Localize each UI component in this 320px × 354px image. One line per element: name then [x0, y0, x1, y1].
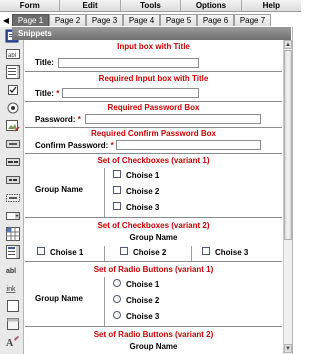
svg-text:abl: abl: [6, 268, 16, 275]
field-label: Title:: [35, 58, 54, 67]
option-label: Choise 3: [215, 248, 249, 257]
option-label: Choise 1: [126, 171, 160, 180]
section-title: Required Confirm Password Box: [91, 129, 216, 138]
radio-button[interactable]: [113, 279, 121, 287]
submit-button-icon[interactable]: [6, 155, 20, 169]
listbox-icon[interactable]: [6, 245, 20, 259]
menu-form[interactable]: Form: [0, 0, 61, 12]
tab-page-4[interactable]: Page 4: [123, 14, 160, 26]
text-field-icon[interactable]: abl: [6, 47, 20, 61]
section-title: Set of Radio Buttons (variant 2): [93, 330, 214, 339]
scroll-up-icon[interactable]: ▲: [284, 40, 292, 49]
divider: [104, 168, 105, 217]
select-list-icon[interactable]: [6, 209, 20, 223]
link-icon[interactable]: link: [6, 281, 20, 295]
menu-options[interactable]: Options: [181, 0, 242, 12]
style-icon[interactable]: A: [6, 335, 20, 349]
section-checkboxes-v2[interactable]: Set of Checkboxes (variant 2) Group Name…: [25, 218, 282, 262]
right-border: [292, 27, 301, 354]
menu-bar: Form Edit Tools Options Help: [0, 0, 301, 12]
checkbox[interactable]: [120, 247, 128, 255]
svg-text:link: link: [6, 286, 16, 293]
radio-button[interactable]: [113, 311, 121, 319]
hidden-field-icon[interactable]: [6, 191, 20, 205]
group-label: Group Name: [35, 185, 84, 194]
section-title: Set of Checkboxes (variant 1): [97, 156, 210, 165]
required-title-input[interactable]: [62, 88, 199, 98]
field-label: Password: *: [35, 115, 81, 124]
section-radios-v2[interactable]: Set of Radio Buttons (variant 2) Group N…: [25, 327, 282, 354]
divider: [104, 277, 105, 326]
menu-help[interactable]: Help: [242, 0, 301, 12]
tab-page-1[interactable]: Page 1: [12, 14, 49, 26]
checkbox[interactable]: [37, 247, 45, 255]
checkbox[interactable]: [113, 202, 121, 210]
section-title: Required Input box with Title: [98, 74, 209, 83]
checkbox[interactable]: [113, 186, 121, 194]
group-label: Group Name: [129, 233, 178, 242]
tab-page-5[interactable]: Page 5: [160, 14, 197, 26]
section-title: Set of Radio Buttons (variant 1): [93, 265, 214, 274]
snippets-header: Snippets: [12, 27, 291, 40]
section-title: Input box with Title: [117, 42, 190, 51]
vertical-scrollbar[interactable]: ▲ ▼: [283, 40, 292, 354]
frame-icon[interactable]: [6, 299, 20, 313]
tab-page-7[interactable]: Page 7: [234, 14, 271, 26]
form-canvas: Input box with Title Title: Required Inp…: [25, 40, 282, 354]
section-required-password[interactable]: Required Password Box Password: *: [25, 102, 282, 128]
radio-button[interactable]: [113, 295, 121, 303]
title-input[interactable]: [58, 58, 199, 68]
menu-edit[interactable]: Edit: [60, 0, 121, 12]
scroll-thumb[interactable]: [284, 50, 292, 240]
group-label: Group Name: [35, 294, 84, 303]
panel-title: Snippets: [18, 29, 52, 38]
tab-page-3[interactable]: Page 3: [86, 14, 123, 26]
grid-icon[interactable]: [6, 227, 20, 241]
option-label: Choise 1: [126, 280, 160, 289]
page-tabs: ◀ Page 1 Page 2 Page 3 Page 4 Page 5 Pag…: [0, 13, 301, 26]
section-radios-v1[interactable]: Set of Radio Buttons (variant 1) Group N…: [25, 262, 282, 327]
section-title: Set of Checkboxes (variant 2): [97, 221, 210, 230]
toolbox: abl abl link A: [0, 27, 24, 354]
checkbox-icon[interactable]: [6, 83, 20, 97]
svg-text:abl: abl: [8, 53, 16, 59]
svg-text:A: A: [6, 338, 14, 349]
tab-page-2[interactable]: Page 2: [49, 14, 86, 26]
textarea-icon[interactable]: [6, 65, 20, 79]
button-icon[interactable]: [6, 137, 20, 151]
field-label: Confirm Password: *: [35, 141, 114, 150]
option-label: Choise 2: [126, 187, 160, 196]
field-label: Title: *: [35, 89, 60, 98]
section-input-box[interactable]: Input box with Title Title:: [25, 40, 282, 72]
group-label: Group Name: [129, 342, 178, 351]
image-edit-icon[interactable]: [6, 119, 20, 133]
menu-tools[interactable]: Tools: [121, 0, 182, 12]
section-required-input[interactable]: Required Input box with Title Title: *: [25, 72, 282, 102]
frame-alt-icon[interactable]: [6, 317, 20, 331]
divider: [104, 246, 105, 261]
section-title: Required Password Box: [107, 103, 200, 112]
option-label: Choise 2: [133, 248, 167, 257]
divider: [191, 246, 192, 261]
option-label: Choise 3: [126, 312, 160, 321]
section-required-confirm-password[interactable]: Required Confirm Password Box Confirm Pa…: [25, 128, 282, 154]
checkbox[interactable]: [202, 247, 210, 255]
section-checkboxes-v1[interactable]: Set of Checkboxes (variant 1) Group Name…: [25, 154, 282, 218]
radio-icon[interactable]: [6, 101, 20, 115]
option-label: Choise 2: [126, 296, 160, 305]
checkbox[interactable]: [113, 170, 121, 178]
option-label: Choise 3: [126, 203, 160, 212]
reset-button-icon[interactable]: [6, 173, 20, 187]
confirm-password-input[interactable]: [116, 140, 261, 150]
scroll-down-icon[interactable]: ▼: [284, 344, 292, 353]
option-label: Choise 1: [50, 248, 84, 257]
tab-scroll-left-icon[interactable]: ◀: [0, 14, 12, 26]
label-icon[interactable]: abl: [6, 263, 20, 277]
password-input[interactable]: [85, 114, 261, 124]
tab-page-6[interactable]: Page 6: [197, 14, 234, 26]
